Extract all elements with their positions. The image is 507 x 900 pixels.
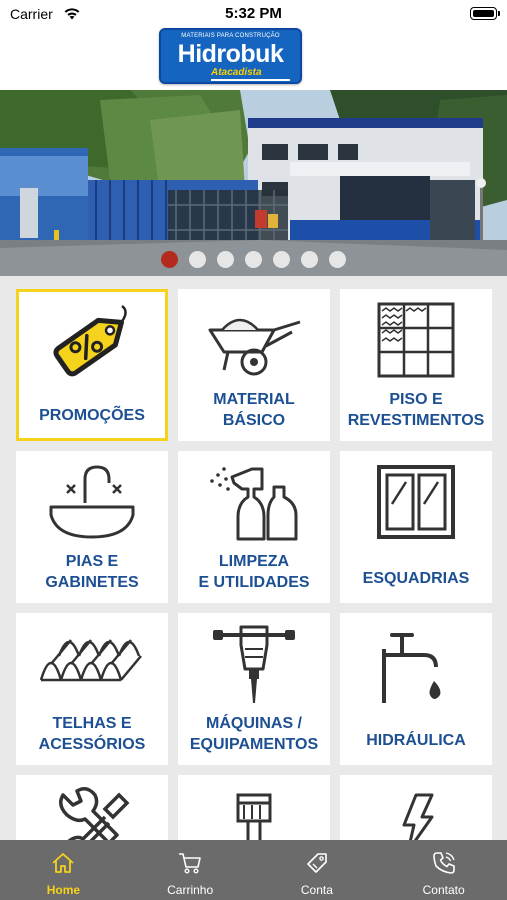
status-bar: Carrier 5:32 PM — [0, 0, 507, 28]
category-pintura[interactable] — [178, 775, 330, 840]
category-label-line1: MATERIAL — [213, 391, 295, 408]
battery-icon — [470, 7, 500, 20]
category-hidraulica[interactable]: HIDRÁULICA — [340, 613, 492, 765]
category-material-basico[interactable]: MATERIAL BÁSICO — [178, 289, 330, 441]
category-limpeza-utilidades[interactable]: LIMPEZA E UTILIDADES — [178, 451, 330, 603]
category-promocoes[interactable]: PROMOÇÕES — [16, 289, 168, 441]
category-label-line1: LIMPEZA — [218, 553, 290, 570]
category-label-line1: MÁQUINAS / — [206, 715, 302, 732]
category-esquadrias[interactable]: ESQUADRIAS — [340, 451, 492, 603]
wheelbarrow-icon — [208, 318, 301, 376]
category-piso-revestimentos[interactable]: PISO E REVESTIMENTOS — [340, 289, 492, 441]
category-ferramentas[interactable] — [16, 775, 168, 840]
carousel-dot[interactable] — [161, 251, 178, 268]
carousel-dot[interactable] — [301, 251, 318, 268]
category-label: LIMPEZA E UTILIDADES — [178, 551, 330, 593]
logo-name: Hidrobuk — [177, 40, 284, 68]
phone-icon — [432, 852, 455, 874]
category-label: MATERIAL BÁSICO — [178, 389, 330, 431]
tiles-icon — [377, 302, 455, 378]
logo-tagline: MATERIAIS PARA CONSTRUÇÃO — [181, 33, 280, 39]
category-label-line1: TELHAS E — [52, 715, 132, 732]
category-label-line2: ACESSÓRIOS — [38, 736, 146, 753]
clock: 5:32 PM — [225, 5, 282, 22]
logo-underline — [211, 79, 290, 81]
banner-photo — [0, 90, 507, 276]
category-label-line2: E UTILIDADES — [198, 574, 310, 591]
category-maquinas-equipamentos[interactable]: MÁQUINAS / EQUIPAMENTOS — [178, 613, 330, 765]
category-label: PISO E REVESTIMENTOS — [340, 389, 492, 431]
tab-contato[interactable]: Contato — [380, 840, 507, 900]
category-label: MÁQUINAS / EQUIPAMENTOS — [178, 713, 330, 755]
carousel-dot[interactable] — [217, 251, 234, 268]
category-label-line1: ESQUADRIAS — [362, 570, 470, 587]
tab-conta[interactable]: Conta — [254, 840, 381, 900]
category-label: TELHAS E ACESSÓRIOS — [16, 713, 168, 755]
tab-label: Home — [46, 883, 81, 897]
category-telhas-acessorios[interactable]: TELHAS E ACESSÓRIOS — [16, 613, 168, 765]
category-label-line1: PISO E — [389, 391, 443, 408]
tab-label: Carrinho — [167, 883, 214, 897]
category-label-line1: PIAS E — [65, 553, 119, 570]
carousel-dots — [0, 251, 507, 269]
category-label-line2: GABINETES — [45, 574, 139, 591]
home-icon — [52, 853, 74, 873]
carousel-dot[interactable] — [189, 251, 206, 268]
faucet-icon — [382, 633, 441, 703]
lightning-icon — [402, 793, 434, 840]
brand-logo[interactable]: MATERIAIS PARA CONSTRUÇÃO Hidrobuk Ataca… — [159, 28, 302, 84]
category-label: PROMOÇÕES — [19, 405, 165, 426]
carousel-dot[interactable] — [273, 251, 290, 268]
sink-icon — [49, 465, 135, 539]
banner-carousel[interactable] — [0, 90, 507, 276]
window-icon — [377, 465, 455, 539]
category-label-line2: BÁSICO — [222, 412, 286, 429]
category-label: PIAS E GABINETES — [16, 551, 168, 593]
spray-bottle-icon — [210, 467, 298, 541]
tab-carrinho[interactable]: Carrinho — [127, 840, 254, 900]
tab-label: Conta — [300, 883, 333, 897]
jackhammer-icon — [213, 625, 295, 703]
carousel-dot[interactable] — [329, 251, 346, 268]
category-label-line2: EQUIPAMENTOS — [189, 736, 319, 753]
tab-home[interactable]: Home — [0, 840, 127, 900]
percent-tag-icon — [53, 305, 127, 377]
roof-tile-icon — [39, 639, 142, 682]
category-label: ESQUADRIAS — [340, 568, 492, 589]
tab-bar: Home Carrinho Conta Contato — [0, 840, 507, 900]
category-label: HIDRÁULICA — [340, 730, 492, 751]
tab-label: Contato — [422, 883, 465, 897]
cart-icon — [179, 853, 201, 874]
tag-icon — [307, 853, 327, 873]
logo-subtitle: Atacadista — [211, 67, 262, 78]
category-label-line1: HIDRÁULICA — [366, 732, 466, 749]
carousel-dot[interactable] — [245, 251, 262, 268]
category-pias-gabinetes[interactable]: PIAS E GABINETES — [16, 451, 168, 603]
category-label-line2: REVESTIMENTOS — [347, 412, 485, 429]
app-header: MATERIAIS PARA CONSTRUÇÃO Hidrobuk Ataca… — [0, 28, 507, 90]
category-eletrica[interactable] — [340, 775, 492, 840]
category-grid: PROMOÇÕES MATERIAL BÁSICO PISO E REVESTI… — [0, 276, 507, 840]
category-label-line1: PROMOÇÕES — [39, 407, 145, 424]
wrench-icon — [59, 787, 130, 840]
paint-brush-icon — [236, 793, 272, 840]
